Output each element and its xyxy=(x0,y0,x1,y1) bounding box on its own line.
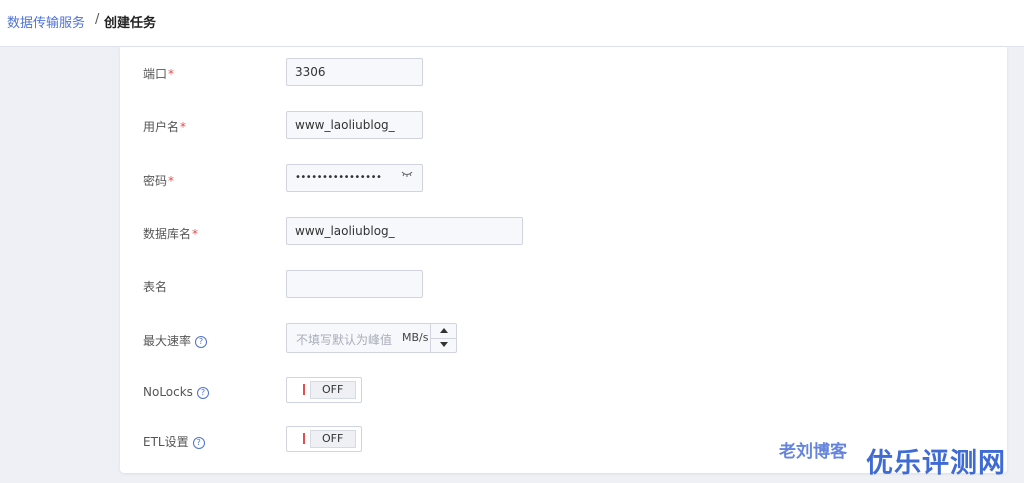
help-icon[interactable]: ? xyxy=(192,436,205,449)
username-label: 用户名* xyxy=(143,118,186,135)
breadcrumb-separator: / xyxy=(95,12,100,27)
help-icon[interactable]: ? xyxy=(195,335,208,348)
required-marker: * xyxy=(168,174,175,188)
decrement-button[interactable] xyxy=(431,338,457,352)
port-label-text: 端口 xyxy=(143,67,168,81)
etl-toggle[interactable]: OFF xyxy=(286,426,362,452)
password-input[interactable]: •••••••••••••••• xyxy=(286,164,423,192)
max-rate-label: 最大速率? xyxy=(143,332,208,349)
username-label-text: 用户名 xyxy=(143,120,180,134)
etl-label-text: ETL设置 xyxy=(143,435,189,449)
table-input[interactable] xyxy=(286,270,423,298)
table-label: 表名 xyxy=(143,278,167,295)
port-input[interactable] xyxy=(286,58,423,86)
nolocks-toggle[interactable]: OFF xyxy=(286,377,362,403)
toggle-off-indicator xyxy=(303,384,305,395)
breadcrumb-current: 创建任务 xyxy=(104,16,157,31)
help-icon[interactable]: ? xyxy=(196,386,209,399)
database-label-text: 数据库名 xyxy=(143,227,192,241)
toggle-state-text: OFF xyxy=(322,383,344,396)
password-label-text: 密码 xyxy=(143,174,168,188)
watermark-site: 优乐评测网 xyxy=(866,448,1006,479)
max-rate-unit: MB/s xyxy=(402,331,429,344)
etl-label: ETL设置? xyxy=(143,433,205,450)
database-label: 数据库名* xyxy=(143,225,198,242)
eye-closed-icon[interactable] xyxy=(401,171,413,177)
password-label: 密码* xyxy=(143,172,174,189)
table-label-text: 表名 xyxy=(143,280,168,294)
nolocks-label: NoLocks? xyxy=(143,385,209,399)
max-rate-stepper xyxy=(430,324,457,352)
top-bar: 数据传输服务 / 创建任务 xyxy=(0,0,1024,47)
arrow-up-icon xyxy=(440,328,448,333)
watermark-blog: 老刘博客 xyxy=(779,442,847,462)
toggle-off-indicator xyxy=(303,433,305,444)
max-rate-label-text: 最大速率 xyxy=(143,334,192,348)
form-panel xyxy=(120,47,1007,473)
username-input[interactable] xyxy=(286,111,423,139)
required-marker: * xyxy=(180,120,187,134)
required-marker: * xyxy=(168,67,175,81)
increment-button[interactable] xyxy=(431,324,457,339)
max-rate-placeholder: 不填写默认为峰值 xyxy=(296,333,393,347)
nolocks-label-text: NoLocks xyxy=(143,385,193,399)
required-marker: * xyxy=(192,227,199,241)
port-label: 端口* xyxy=(143,65,174,82)
arrow-down-icon xyxy=(440,342,448,347)
breadcrumb-parent-link[interactable]: 数据传输服务 xyxy=(7,12,85,31)
password-masked-value: •••••••••••••••• xyxy=(295,172,382,183)
max-rate-input[interactable]: 不填写默认为峰值 MB/s xyxy=(286,323,457,353)
toggle-state-text: OFF xyxy=(322,432,344,445)
database-input[interactable] xyxy=(286,217,523,245)
